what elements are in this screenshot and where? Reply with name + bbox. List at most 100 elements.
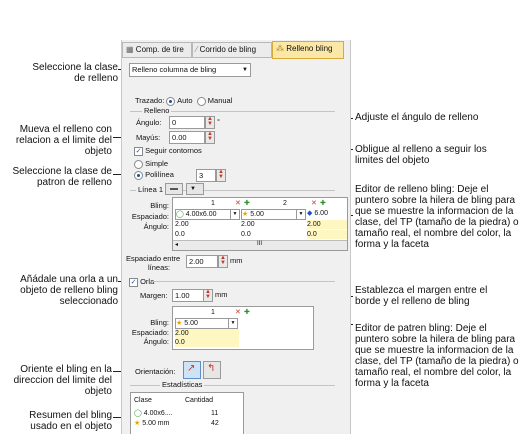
bling-row-label: Bling: (150, 201, 169, 210)
cell-value: 4.00x6.00 (185, 211, 217, 218)
grid-cell[interactable]: 2.00 (241, 220, 255, 229)
comp-tire-icon: ▦ (126, 45, 134, 54)
add-column-icon[interactable]: ✚ (320, 199, 326, 208)
annotation-fill-editor: Editor de relleno bling: Deje el puntero… (355, 184, 519, 250)
orient-boundary-icon: ↗ (187, 363, 196, 374)
chevron-down-icon[interactable]: ▼ (228, 318, 238, 329)
grid-cell[interactable]: 0.0 (241, 230, 251, 239)
table-row[interactable]: ★ 5.00 mm (134, 419, 169, 428)
tab-label: Relleno bling (286, 44, 333, 53)
grid-cell[interactable]: 0.0 (175, 338, 239, 347)
annotation-pattern-class: Seleccione la clase de patron de relleno (12, 166, 112, 188)
grid-cell[interactable]: ★ 5.00 (241, 209, 297, 220)
bling-fill-grid[interactable]: 1 ✕ ✚ 2 ✕ ✚ ◯ 4.00x6.00 ▼ ★ 5.00 ▼ ◆ 6.0… (172, 197, 348, 251)
chevron-down-icon[interactable]: ▼ (296, 209, 306, 220)
grid-cell[interactable]: ★ 5.00 (175, 318, 229, 329)
grid-cell[interactable]: 2.00 (307, 220, 347, 229)
table-row[interactable]: ◯ 4.00x6.... (134, 409, 173, 418)
delete-column-icon[interactable]: ✕ (235, 308, 241, 317)
fill-class-select[interactable]: Relleno columna de bling ▼ (129, 63, 251, 77)
espaciado-lineas-spinner[interactable]: ▲ ▼ (218, 255, 228, 268)
annotation-summary: Resumen del bling usado en el objeto (29, 410, 112, 432)
grid-scrollbar[interactable]: ◂ III (173, 240, 347, 250)
orla-checkbox[interactable]: ✓ (129, 277, 138, 287)
drop-icon: ◆ (307, 210, 313, 217)
orla-group-line (152, 281, 335, 282)
stats-clase: 5.00 mm (142, 420, 170, 427)
trazado-row: Trazado: Auto Manual (135, 96, 232, 106)
scroll-left-icon: ◂ (175, 242, 179, 248)
margen-spinner[interactable]: ▲ ▼ (203, 289, 213, 302)
star-icon: ★ (242, 211, 249, 218)
mayus-input[interactable]: 0.00 (169, 131, 205, 144)
minus-icon (170, 188, 178, 190)
angulo-label: Ángulo: (136, 118, 162, 127)
grid-cell[interactable]: 0.0 (175, 230, 185, 239)
stats-cantidad: 11 (211, 410, 219, 417)
polilinea-count-input[interactable]: 3 (196, 169, 216, 182)
line-prev-button[interactable] (165, 183, 183, 195)
annotation-pattern-editor: Editor de patren bling: Deje el puntero … (355, 323, 519, 389)
star-icon: ★ (176, 320, 183, 327)
espaciado-entre-label: Espaciado entre (126, 254, 181, 263)
tab-relleno-bling[interactable]: ⁂ Relleno bling (272, 41, 344, 59)
add-column-icon[interactable]: ✚ (244, 199, 250, 208)
relleno-group-label: Relleno (142, 106, 172, 115)
polilinea-radio[interactable] (134, 170, 143, 180)
auto-radio[interactable] (166, 96, 176, 106)
tab-corrido-de-bling[interactable]: ⁄ Corrido de bling (192, 42, 272, 58)
seguir-checkbox[interactable]: ✓ (134, 146, 143, 156)
grid-cell[interactable]: 2.00 (175, 329, 239, 338)
trazado-label: Trazado: (135, 96, 165, 105)
ring-icon: ◯ (134, 410, 142, 417)
annotation-follow-contours: Obligue al relleno a seguir los limites … (355, 144, 487, 166)
linea1-label: Línea 1 (136, 185, 166, 194)
bling-row-label: Bling: (150, 318, 169, 327)
espaciado-unit: mm (230, 256, 243, 265)
simple-label: Simple (145, 159, 169, 168)
grid-cell[interactable]: ◆ 6.00 (307, 209, 347, 218)
grid-cell[interactable]: ◯ 4.00x6.00 (175, 209, 231, 220)
grid-cell[interactable]: 0.0 (307, 230, 347, 239)
margen-unit: mm (215, 290, 228, 299)
angulo-spinner[interactable]: ▲ ▼ (205, 116, 215, 129)
stats-clase: 4.00x6.... (143, 410, 173, 417)
line-next-button[interactable]: ▼ (186, 183, 204, 195)
auto-label: Auto (177, 96, 193, 105)
bling-pattern-grid[interactable]: 1 ✕ ✚ ★ 5.00 ▼ 2.00 0.0 (172, 306, 314, 350)
orient-along-boundary-button[interactable]: ↗ (183, 361, 201, 379)
delete-column-icon[interactable]: ✕ (311, 199, 317, 208)
simple-radio[interactable] (134, 159, 143, 169)
delete-column-icon[interactable]: ✕ (235, 199, 241, 208)
corrido-icon: ⁄ (196, 45, 198, 54)
espaciado-row-label: Espaciado: (131, 212, 169, 221)
polilinea-row: Polilínea (134, 170, 174, 180)
angulo-input[interactable]: 0 (169, 116, 205, 129)
margen-label: Margen: (140, 291, 168, 300)
manual-radio[interactable] (196, 96, 206, 106)
annotation-margin: Establezca el margen entre el borde y el… (355, 285, 488, 307)
mayus-label: Mayús: (136, 133, 161, 142)
annotation-move-fill: Mueva el relleno con relacion a el limit… (15, 124, 112, 157)
angulo-row-label: Ángulo: (143, 222, 169, 231)
grid-cell[interactable]: 2.00 (175, 220, 189, 229)
margen-input[interactable]: 1.00 (172, 289, 204, 302)
mayus-spinner[interactable]: ▲ ▼ (205, 131, 215, 144)
tab-label: Corrido de bling (199, 45, 257, 54)
lineas-label: líneas: (148, 263, 171, 272)
add-column-icon[interactable]: ✚ (244, 308, 250, 317)
star-icon: ★ (134, 420, 141, 427)
espaciado-row-label: Espaciado: (131, 328, 169, 337)
tab-label: Comp. de tire (135, 45, 184, 54)
polilinea-spinner[interactable]: ▲ ▼ (216, 169, 226, 182)
espaciado-lineas-input[interactable]: 2.00 (186, 255, 218, 268)
orient-fixed-button[interactable]: ↰ (203, 361, 221, 379)
grid-col-header: 2 (283, 200, 287, 207)
seguir-label: Seguir contornos (145, 146, 202, 155)
stats-table[interactable]: Clase Cantidad ◯ 4.00x6.... 11 ★ 5.00 mm… (130, 392, 244, 434)
chevron-down-icon[interactable]: ▼ (230, 209, 240, 220)
grid-col-header: 1 (211, 200, 215, 207)
tab-comp-de-tire[interactable]: ▦ Comp. de tire (122, 42, 192, 58)
seguir-row: ✓ Seguir contornos (134, 146, 202, 156)
relleno-icon: ⁂ (276, 44, 284, 53)
